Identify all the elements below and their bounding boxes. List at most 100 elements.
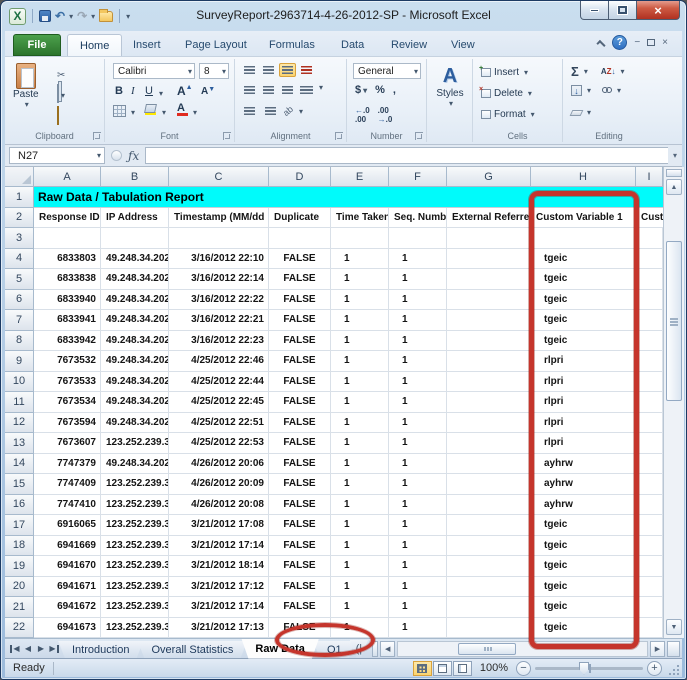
cell[interactable]: 7747410 — [34, 495, 101, 516]
col-header-E[interactable]: E — [331, 167, 389, 187]
delete-cells-button[interactable]: × Delete▾ — [481, 86, 532, 101]
cell[interactable]: 3/16/2012 22:10 — [169, 249, 269, 270]
header-cell[interactable]: IP Address — [101, 208, 169, 229]
align-bottom-button[interactable] — [279, 63, 296, 77]
fill-color-button[interactable] — [145, 104, 156, 115]
collapse-ribbon-icon[interactable] — [597, 39, 606, 48]
cell[interactable]: 1 — [331, 351, 389, 372]
col-header-B[interactable]: B — [101, 167, 169, 187]
cell[interactable]: 3/21/2012 17:14 — [169, 536, 269, 557]
cell[interactable]: 4/26/2012 20:06 — [169, 454, 269, 475]
cell[interactable]: 1 — [331, 249, 389, 270]
find-select-icon[interactable] — [602, 85, 612, 96]
cell[interactable]: FALSE — [269, 474, 331, 495]
help-icon[interactable]: ? — [612, 35, 627, 50]
grow-font-button[interactable]: A▲ — [177, 84, 193, 98]
row-header-17[interactable]: 17 — [5, 515, 34, 536]
cell[interactable]: 7747409 — [34, 474, 101, 495]
page-break-view-button[interactable] — [453, 661, 472, 676]
row-header-19[interactable]: 19 — [5, 556, 34, 577]
alignment-dialog-launcher-icon[interactable] — [335, 132, 343, 140]
cell[interactable]: 1 — [331, 310, 389, 331]
merge-dropdown-icon[interactable]: ▾ — [319, 83, 323, 97]
cell[interactable]: 3/21/2012 17:13 — [169, 618, 269, 639]
cell[interactable]: 1 — [331, 556, 389, 577]
cell[interactable] — [447, 392, 531, 413]
cell[interactable]: 1 — [331, 474, 389, 495]
tab-home[interactable]: Home — [67, 34, 122, 56]
cell[interactable]: 1 — [331, 577, 389, 598]
cell[interactable] — [636, 310, 663, 331]
cell[interactable]: 7673533 — [34, 372, 101, 393]
cell[interactable]: 1 — [331, 372, 389, 393]
empty-cell[interactable] — [331, 228, 389, 249]
header-cell[interactable]: Time Taken — [331, 208, 389, 229]
cell[interactable]: FALSE — [269, 597, 331, 618]
number-dialog-launcher-icon[interactable] — [415, 132, 423, 140]
cell[interactable] — [447, 454, 531, 475]
cell[interactable]: 3/16/2012 22:23 — [169, 331, 269, 352]
cell[interactable]: FALSE — [269, 290, 331, 311]
font-size-combo[interactable]: 8▾ — [199, 63, 229, 79]
scroll-right-icon[interactable]: ▶ — [650, 641, 665, 657]
borders-dropdown-icon[interactable]: ▾ — [131, 108, 135, 117]
cell[interactable]: 4/25/2012 22:51 — [169, 413, 269, 434]
cell[interactable] — [636, 249, 663, 270]
cell[interactable]: 49.248.34.202 — [101, 413, 169, 434]
orientation-icon[interactable]: ab — [281, 104, 295, 118]
align-right-button[interactable] — [279, 83, 296, 97]
cell[interactable] — [636, 454, 663, 475]
row-header-8[interactable]: 8 — [5, 331, 34, 352]
cell[interactable]: 7673534 — [34, 392, 101, 413]
cell[interactable]: 1 — [331, 392, 389, 413]
clipboard-dialog-launcher-icon[interactable] — [93, 132, 101, 140]
cell[interactable] — [447, 310, 531, 331]
cell[interactable]: FALSE — [269, 372, 331, 393]
cell[interactable]: FALSE — [269, 577, 331, 598]
row-header-22[interactable]: 22 — [5, 618, 34, 639]
cell[interactable] — [447, 413, 531, 434]
empty-cell[interactable] — [389, 228, 447, 249]
cell[interactable]: FALSE — [269, 536, 331, 557]
cell[interactable]: FALSE — [269, 433, 331, 454]
empty-cell[interactable] — [34, 228, 101, 249]
cell[interactable]: 1 — [389, 249, 447, 270]
cell[interactable] — [636, 351, 663, 372]
cell[interactable]: 1 — [331, 269, 389, 290]
col-header-C[interactable]: C — [169, 167, 269, 187]
first-sheet-icon[interactable]: ◀ — [9, 642, 21, 656]
cell[interactable]: 6833942 — [34, 331, 101, 352]
cell[interactable]: 6941672 — [34, 597, 101, 618]
cell[interactable]: 6941670 — [34, 556, 101, 577]
cell[interactable]: 123.252.239.3 — [101, 597, 169, 618]
comma-button[interactable]: , — [393, 84, 396, 96]
cell[interactable]: 49.248.34.202 — [101, 249, 169, 270]
cell[interactable]: 1 — [331, 597, 389, 618]
normal-view-button[interactable] — [413, 661, 432, 676]
cell[interactable]: 7673532 — [34, 351, 101, 372]
cell[interactable]: 1 — [389, 495, 447, 516]
font-name-combo[interactable]: Calibri▾ — [113, 63, 195, 79]
cell[interactable] — [636, 618, 663, 639]
cut-button[interactable]: ✂ — [57, 65, 65, 83]
row-header-15[interactable]: 15 — [5, 474, 34, 495]
currency-button[interactable]: $▾ — [355, 84, 367, 96]
underline-dropdown-icon[interactable]: ▾ — [159, 89, 163, 98]
cell[interactable]: 49.248.34.202 — [101, 331, 169, 352]
formula-input[interactable] — [145, 147, 668, 164]
empty-cell[interactable] — [169, 228, 269, 249]
row-header-4[interactable]: 4 — [5, 249, 34, 270]
cell[interactable]: 123.252.239.3 — [101, 515, 169, 536]
col-header-F[interactable]: F — [389, 167, 447, 187]
zoom-slider[interactable] — [535, 667, 643, 670]
cell[interactable] — [636, 372, 663, 393]
cell[interactable]: 1 — [389, 290, 447, 311]
cell[interactable]: 1 — [331, 536, 389, 557]
cell[interactable]: 49.248.34.202 — [101, 392, 169, 413]
col-header-A[interactable]: A — [34, 167, 101, 187]
orientation-dropdown-icon[interactable]: ▾ — [299, 107, 303, 116]
cell[interactable]: 3/21/2012 18:14 — [169, 556, 269, 577]
underline-button[interactable]: U — [145, 85, 153, 97]
cell[interactable]: 1 — [389, 577, 447, 598]
doc-close-icon[interactable]: × — [662, 37, 668, 48]
